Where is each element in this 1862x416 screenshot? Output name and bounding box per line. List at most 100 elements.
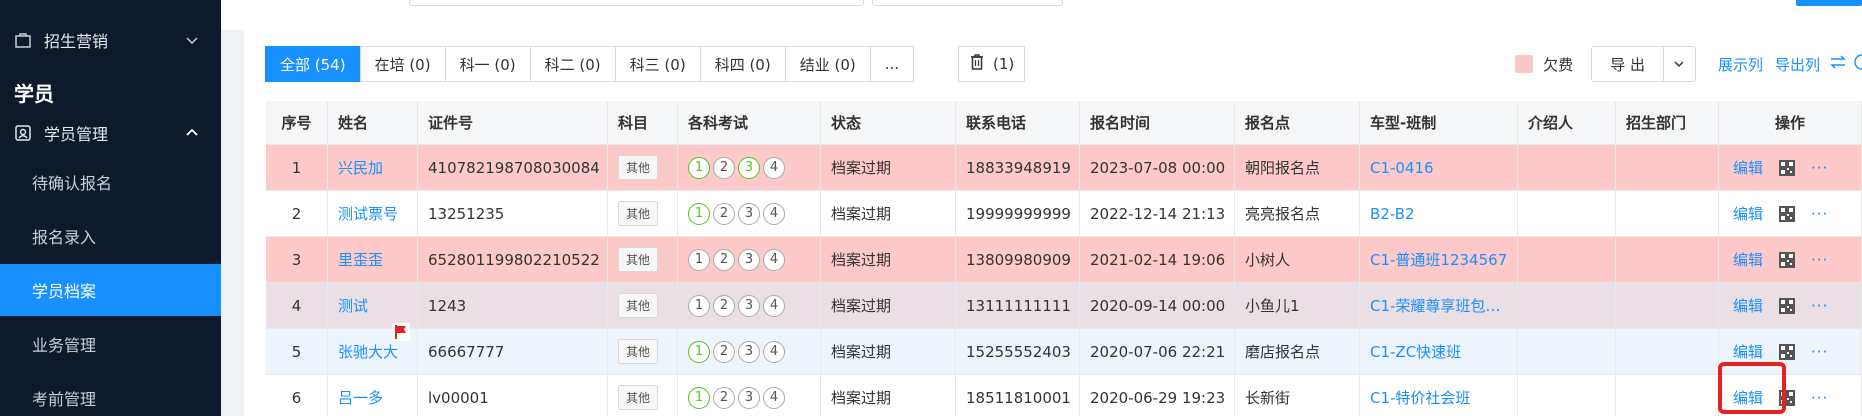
referrer-cell: [1518, 191, 1616, 236]
more-actions-icon[interactable]: ···: [1811, 343, 1828, 361]
class-cell: C1-ZC快速班: [1360, 329, 1518, 374]
referrer-cell: [1518, 237, 1616, 282]
student-name-link[interactable]: 张驰大大: [338, 341, 398, 362]
sidebar-item-student-files[interactable]: 学员档案: [0, 264, 221, 316]
table-header-row: 序号 姓名 证件号 科目 各科考试 状态 联系电话 报名时间 报名点 车型-班制 介绍人 招生部门 操作: [266, 101, 1862, 145]
referrer-cell: [1518, 145, 1616, 190]
export-menu-toggle[interactable]: [1663, 46, 1696, 82]
phone-number: 13111111111: [956, 283, 1080, 328]
tab-subject1[interactable]: 科一 (0): [444, 46, 531, 82]
exam-step-4: 4: [763, 248, 785, 271]
sidebar-group-student-mgmt[interactable]: 学员管理: [0, 111, 221, 155]
exam-step-2: 2: [713, 386, 735, 409]
tab-training[interactable]: 在培 (0): [359, 46, 446, 82]
tab-subject4[interactable]: 科四 (0): [699, 46, 786, 82]
class-link[interactable]: C1-0416: [1370, 159, 1434, 177]
main-panel: 全部 (54) 在培 (0) 科一 (0) 科二 (0) 科三 (0) 科四 (…: [244, 30, 1862, 416]
qr-code-icon[interactable]: [1779, 205, 1796, 222]
class-link[interactable]: C1-特价社会班: [1370, 387, 1470, 408]
id-number: 410782198708030084: [418, 145, 608, 190]
enroll-point: 长新街: [1235, 375, 1360, 416]
more-actions-icon[interactable]: ···: [1811, 297, 1828, 315]
exam-step-3: 3: [738, 340, 760, 363]
class-link[interactable]: C1-普通班1234567: [1370, 249, 1507, 270]
id-card-icon: [14, 124, 32, 142]
qr-code-icon[interactable]: [1779, 297, 1796, 314]
student-name-link[interactable]: 吕一多: [338, 387, 383, 408]
tab-all[interactable]: 全部 (54): [265, 46, 361, 82]
tab-graduated[interactable]: 结业 (0): [784, 46, 871, 82]
exam-progress: 1234: [678, 375, 821, 416]
enroll-time: 2020-07-06 22:21: [1080, 329, 1235, 374]
subject-cell: 其他: [608, 283, 678, 328]
more-actions-icon[interactable]: ···: [1811, 389, 1828, 407]
col-ops-header: 操作: [1719, 101, 1862, 144]
search-input[interactable]: [409, 0, 864, 6]
dept-cell: [1616, 237, 1719, 282]
status-text: 档案过期: [821, 145, 956, 190]
student-name-link[interactable]: 兴民加: [338, 157, 383, 178]
sidebar-item-pending[interactable]: 待确认报名: [0, 156, 221, 208]
enroll-point: 小鱼儿1: [1235, 283, 1360, 328]
sidebar-group-recruit[interactable]: 招生营销: [0, 18, 221, 62]
name-cell: 测试票号: [328, 191, 418, 236]
sidebar-item-pre-exam[interactable]: 考前管理: [0, 372, 221, 416]
col-dept-header: 招生部门: [1616, 101, 1719, 144]
edit-highlight-box: [1718, 362, 1786, 414]
status-text: 档案过期: [821, 191, 956, 236]
dept-cell: [1616, 145, 1719, 190]
exam-step-1: 1: [688, 248, 710, 271]
class-link[interactable]: C1-荣耀尊享班包…: [1370, 295, 1500, 316]
exam-step-3: 3: [738, 248, 760, 271]
help-icon[interactable]: [1854, 54, 1862, 74]
id-number: 13251235: [418, 191, 608, 236]
edit-link[interactable]: 编辑: [1733, 249, 1763, 270]
export-columns-link[interactable]: 导出列: [1775, 54, 1820, 75]
tab-more[interactable]: ...: [869, 46, 915, 82]
edit-link[interactable]: 编辑: [1733, 341, 1763, 362]
student-name-link[interactable]: 测试票号: [338, 203, 398, 224]
student-name-link[interactable]: 测试: [338, 295, 368, 316]
tab-subject2[interactable]: 科二 (0): [529, 46, 616, 82]
exam-step-2: 2: [713, 202, 735, 225]
table-row: 1 兴民加 410782198708030084 其他 1 2 3 4 档案过期 18833948…: [266, 145, 1862, 191]
more-actions-icon[interactable]: ···: [1811, 205, 1828, 223]
subject-tag: 其他: [618, 201, 659, 226]
class-cell: C1-特价社会班: [1360, 375, 1518, 416]
class-link[interactable]: B2-B2: [1370, 205, 1415, 223]
more-actions-icon[interactable]: ···: [1811, 251, 1828, 269]
edit-link[interactable]: 编辑: [1733, 295, 1763, 316]
export-button[interactable]: 导 出: [1591, 46, 1664, 82]
exam-step-1: 1: [688, 294, 710, 317]
exam-step-2: 2: [713, 294, 735, 317]
row-number: 2: [266, 191, 328, 236]
subject-tag: 其他: [618, 293, 659, 318]
more-actions-icon[interactable]: ···: [1811, 159, 1828, 177]
edit-link[interactable]: 编辑: [1733, 203, 1763, 224]
display-columns-link[interactable]: 展示列: [1718, 54, 1763, 75]
qr-code-icon[interactable]: [1779, 159, 1796, 176]
exam-progress: 1234: [678, 191, 821, 236]
trash-tab[interactable]: (1): [958, 46, 1026, 82]
ops-cell: 编辑 ···: [1719, 237, 1862, 282]
class-link[interactable]: C1-ZC快速班: [1370, 341, 1461, 362]
subject-cell: 其他: [608, 145, 678, 190]
row-number: 5: [266, 329, 328, 374]
sidebar-item-business[interactable]: 业务管理: [0, 318, 221, 370]
enroll-point: 磨店报名点: [1235, 329, 1360, 374]
sidebar-section-title: 学员: [14, 82, 54, 106]
edit-link[interactable]: 编辑: [1733, 157, 1763, 178]
student-name-link[interactable]: 里歪歪: [338, 249, 383, 270]
qr-code-icon[interactable]: [1779, 251, 1796, 268]
exam-step-3: 3: [738, 386, 760, 409]
tab-subject3[interactable]: 科三 (0): [614, 46, 701, 82]
qr-code-icon[interactable]: [1779, 343, 1796, 360]
exam-step-4: 4: [763, 202, 785, 225]
filter-select[interactable]: [872, 0, 1063, 6]
search-button[interactable]: [1796, 0, 1862, 6]
sidebar-item-enroll[interactable]: 报名录入: [0, 210, 221, 262]
col-class-header: 车型-班制: [1360, 101, 1518, 144]
referrer-cell: [1518, 329, 1616, 374]
class-cell: C1-荣耀尊享班包…: [1360, 283, 1518, 328]
switch-icon[interactable]: [1830, 55, 1846, 73]
